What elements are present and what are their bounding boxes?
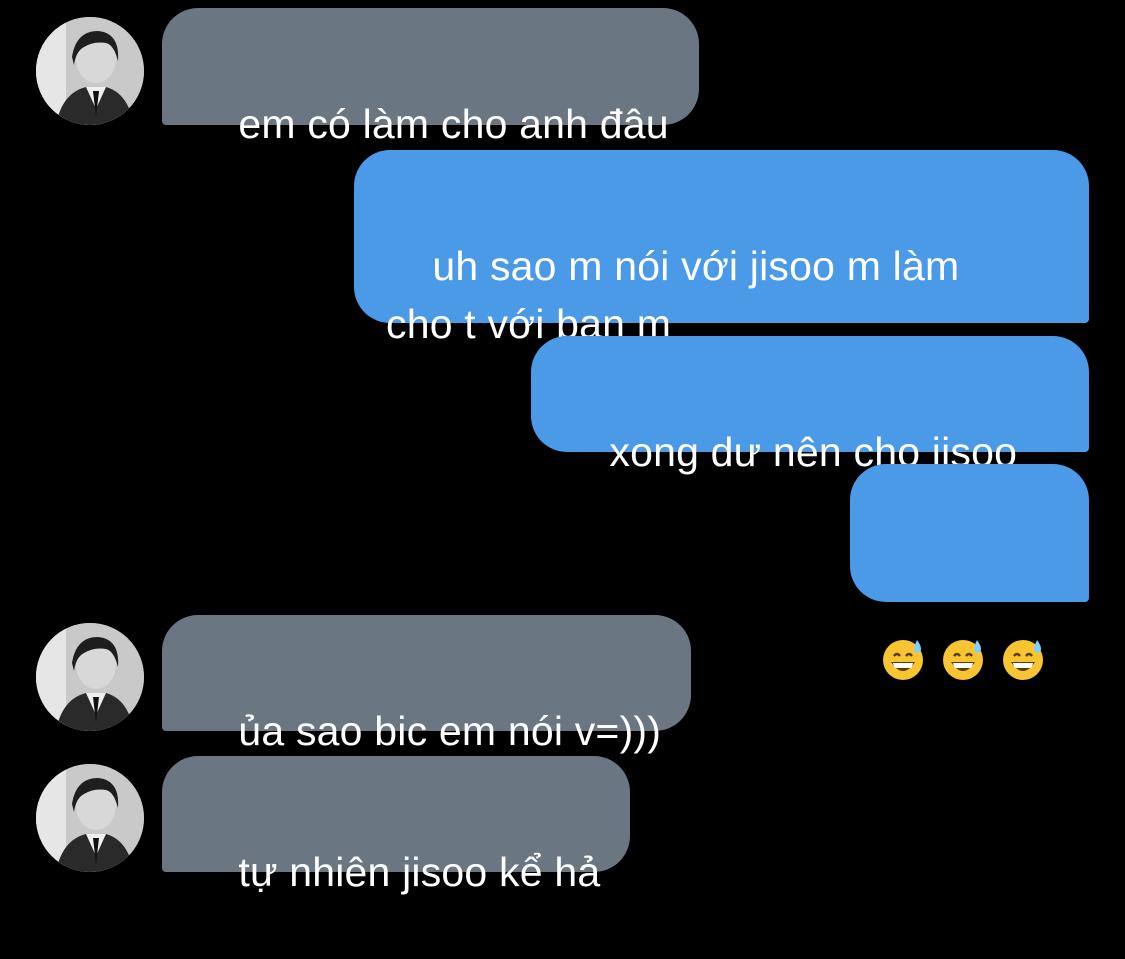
message-bubble-incoming[interactable]: tự nhiên jisoo kể hả [162, 756, 631, 895]
contact-avatar[interactable] [36, 764, 144, 872]
avatar-photo [36, 623, 144, 731]
avatar-photo [36, 764, 144, 872]
message-bubble-incoming[interactable]: ủa sao bic em nói v=))) [162, 615, 692, 754]
grinning-face-with-sweat-icon [943, 640, 983, 680]
message-bubble-outgoing[interactable]: uh sao m nói với jisoo m làm cho t với b… [354, 150, 1089, 347]
contact-avatar[interactable] [36, 17, 144, 125]
message-text: uh sao m nói với jisoo m làm cho t với b… [386, 243, 960, 347]
message-text: em có làm cho anh đâu [238, 101, 669, 147]
emoji-row [880, 630, 1049, 688]
contact-avatar[interactable] [36, 623, 144, 731]
chat-thread: em có làm cho anh đâu uh sao m nói với j… [0, 0, 1125, 895]
grinning-face-with-sweat-icon [883, 640, 923, 680]
avatar-photo [36, 17, 144, 125]
message-bubble-outgoing-emoji[interactable] [850, 464, 1089, 680]
message-bubble-outgoing[interactable]: xong dư nên cho jisoo [531, 336, 1089, 475]
message-text: tự nhiên jisoo kể hả [238, 849, 601, 895]
message-bubble-incoming[interactable]: em có làm cho anh đâu [162, 8, 699, 147]
grinning-face-with-sweat-icon [1003, 640, 1043, 680]
message-text: ủa sao bic em nói v=))) [238, 708, 662, 754]
